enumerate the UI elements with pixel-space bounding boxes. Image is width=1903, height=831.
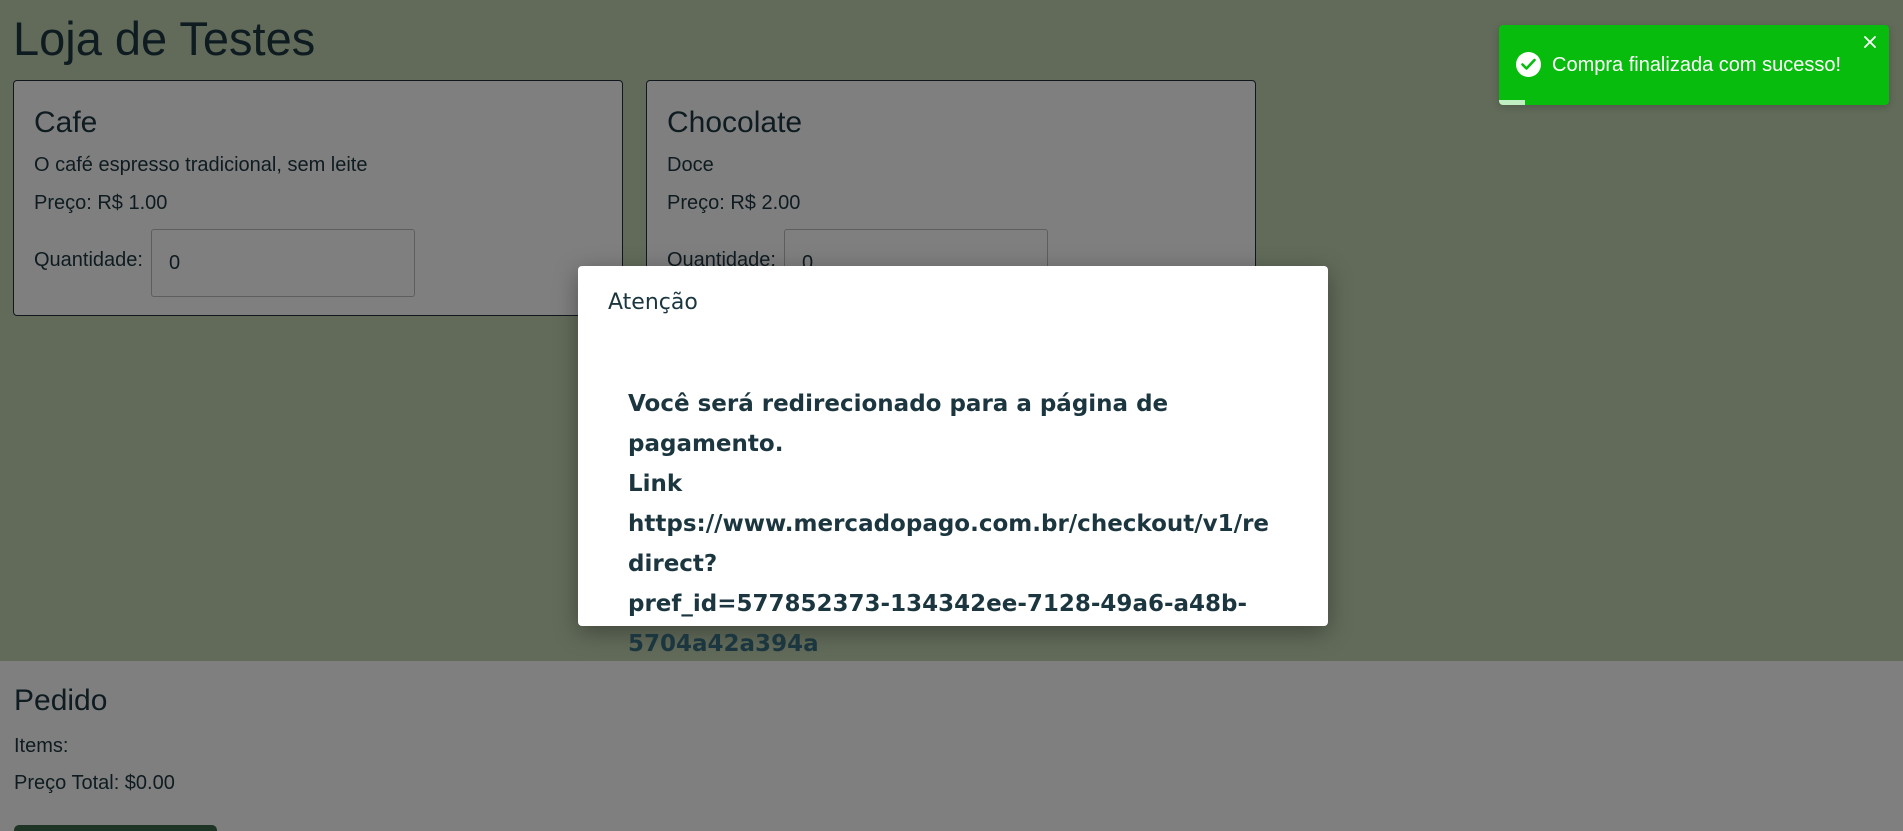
dialog-title: Atenção <box>608 290 698 315</box>
dialog-message-line: Você será redirecionado para a página de… <box>628 391 1169 457</box>
check-circle-icon <box>1516 52 1541 77</box>
close-icon[interactable] <box>1861 33 1879 51</box>
payment-link[interactable]: pref_id=577852373-134342ee-7128-49a6-a48… <box>628 584 1278 624</box>
toast-progress-bar <box>1499 100 1525 105</box>
success-toast[interactable]: Compra finalizada com sucesso! <box>1499 25 1889 105</box>
payment-link[interactable]: 5704a42a394a <box>628 624 1278 664</box>
redirect-dialog: Atenção Você será redirecionado para a p… <box>578 266 1328 657</box>
toast-message: Compra finalizada com sucesso! <box>1552 54 1842 76</box>
payment-link[interactable]: https://www.mercadopago.com.br/checkout/… <box>628 504 1278 584</box>
dialog-message-line: Link <box>628 471 683 497</box>
dialog-message: Você será redirecionado para a página de… <box>628 384 1278 664</box>
